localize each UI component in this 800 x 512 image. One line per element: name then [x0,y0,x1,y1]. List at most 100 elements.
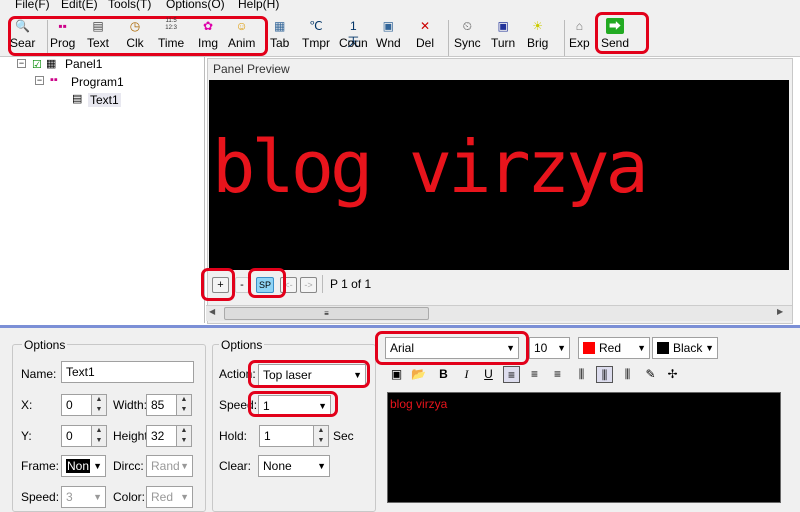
clock-icon: ◷ [129,19,141,33]
program-icon: ▪▪ [58,19,67,33]
underline-button[interactable]: U [480,366,497,383]
background-color-select[interactable]: Black ▼ [652,337,718,359]
bold-button[interactable]: B [435,366,452,383]
collapse-icon[interactable]: − [35,76,44,85]
toolbar-turn-button[interactable]: ▣ Turn [491,18,515,58]
window-icon: ▣ [382,19,395,33]
panel-icon: ▦ [46,58,57,70]
hold-field[interactable]: 1 [259,425,314,447]
chevron-down-icon: ▼ [557,343,566,353]
menu-options[interactable]: Options(O) [166,0,225,11]
toolbar-label: Tmpr [302,36,330,50]
image-icon: ✿ [202,19,214,33]
direction-select[interactable]: Rand ▼ [146,455,193,477]
next-page-button[interactable]: -> [300,277,317,293]
menu-tools[interactable]: Tools(T) [108,0,151,11]
counter-icon: 1天 [347,19,360,49]
clear-select[interactable]: None ▼ [258,455,330,477]
toolbar-tab-button[interactable]: ▦ Tab [270,18,289,58]
checkbox-icon[interactable]: ☑ [32,58,42,71]
height-stepper[interactable]: ▲ ▼ [176,425,192,447]
chevron-down-icon: ▼ [506,343,515,353]
speed-value: 3 [66,490,73,504]
name-field[interactable]: Text1 [61,361,194,383]
font-family-select[interactable]: Arial ▼ [385,337,519,359]
toolbar-coun-button[interactable]: 1天 Coun [339,18,368,58]
x-stepper[interactable]: ▲ ▼ [91,394,107,416]
align-center-icon[interactable]: ≡ [526,366,543,383]
speed-select[interactable]: 3 ▼ [61,486,106,508]
horizontal-scrollbar[interactable]: ◀ ≡ ▶ [206,305,792,321]
align-right-icon[interactable]: ≡ [549,366,566,383]
y-stepper[interactable]: ▲ ▼ [91,425,107,447]
toolbar-prog-button[interactable]: ▪▪ Prog [50,18,75,58]
zoom-in-button[interactable]: + [212,277,229,293]
width-field[interactable]: 85 [146,394,177,416]
hold-stepper[interactable]: ▲ ▼ [313,425,329,447]
spacing-icon[interactable]: ✢ [664,366,681,383]
scroll-thumb[interactable]: ≡ [224,307,429,320]
toolbar-wnd-button[interactable]: ▣ Wnd [376,18,401,58]
color-value: Red [151,490,174,504]
toolbar-clk-button[interactable]: ◷ Clk [126,18,144,58]
toolbar-text-button[interactable]: ▤ Text [87,18,109,58]
clear-format-icon[interactable]: ✎ [642,366,659,383]
action-select[interactable]: Top laser ▼ [258,364,366,386]
speed-select-mid[interactable]: 1 ▼ [258,395,331,417]
save-icon[interactable]: ▣ [388,366,405,383]
valign-middle-icon[interactable]: ⫼ [596,366,613,383]
menu-edit[interactable]: Edit(E) [61,0,98,11]
y-field[interactable]: 0 [61,425,92,447]
toolbar-sync-button[interactable]: ⏲ Sync [454,18,481,58]
tree-item-text[interactable]: Text1 [88,93,121,107]
toolbar-label: Prog [50,36,76,50]
tree-item-program[interactable]: Program1 [71,75,124,89]
height-field[interactable]: 32 [146,425,177,447]
toolbar-time-button[interactable]: 11:5 12:3 Time [158,18,184,58]
toolbar-label: Exp [569,36,590,50]
open-folder-icon[interactable]: 📂 [410,366,427,383]
sp-button[interactable]: SP [256,277,274,293]
toolbar-send-button[interactable]: ⮕ Send [601,18,629,58]
program-icon: ▪▪ [50,74,58,86]
toolbar-separator [47,20,48,56]
scroll-right-icon[interactable]: ▶ [777,307,783,316]
text-color-select[interactable]: Red ▼ [578,337,650,359]
chevron-down-icon: ▼ [93,492,102,502]
toolbar-img-button[interactable]: ✿ Img [198,18,218,58]
menu-help[interactable]: Help(H) [238,0,279,11]
italic-button[interactable]: I [458,366,475,383]
divider [322,275,323,293]
text-editor[interactable]: blog virzya [387,392,781,503]
scroll-left-icon[interactable]: ◀ [209,307,215,316]
align-left-icon[interactable]: ≡ [503,366,520,383]
toolbar-label: Text [87,36,110,50]
toolbar-label: Img [198,36,219,50]
search-icon: 🔍 [15,19,31,33]
tree-item-panel[interactable]: Panel1 [65,57,102,71]
text-icon: ▤ [92,19,104,33]
animation-icon: ☺ [235,19,248,33]
toolbar-sear-button[interactable]: 🔍 Sear [10,18,35,58]
valign-top-icon[interactable]: ⫼ [573,366,590,383]
toolbar-tmpr-button[interactable]: ℃ Tmpr [302,18,330,58]
temperature-icon: ℃ [309,19,323,33]
zoom-out-button[interactable]: - [235,277,249,293]
valign-bottom-icon[interactable]: ⫼ [619,366,636,383]
turn-icon: ▣ [497,19,509,33]
toolbar-anim-button[interactable]: ☺ Anim [228,18,255,58]
toolbar-brig-button[interactable]: ☀ Brig [527,18,548,58]
toolbar-del-button[interactable]: ✕ Del [416,18,434,58]
chevron-down-icon: ▼ [93,461,102,471]
chevron-down-icon: ▼ [180,461,189,471]
font-family-value: Arial [390,341,415,355]
font-size-select[interactable]: 10 ▼ [529,337,570,359]
frame-select[interactable]: Non ▼ [61,455,106,477]
toolbar-exp-button[interactable]: ⌂ Exp [569,18,590,58]
color-select[interactable]: Red ▼ [146,486,193,508]
collapse-icon[interactable]: − [17,59,26,68]
width-stepper[interactable]: ▲ ▼ [176,394,192,416]
x-field[interactable]: 0 [61,394,92,416]
menu-file[interactable]: File(F) [15,0,50,11]
prev-page-button[interactable]: <- [280,277,297,293]
